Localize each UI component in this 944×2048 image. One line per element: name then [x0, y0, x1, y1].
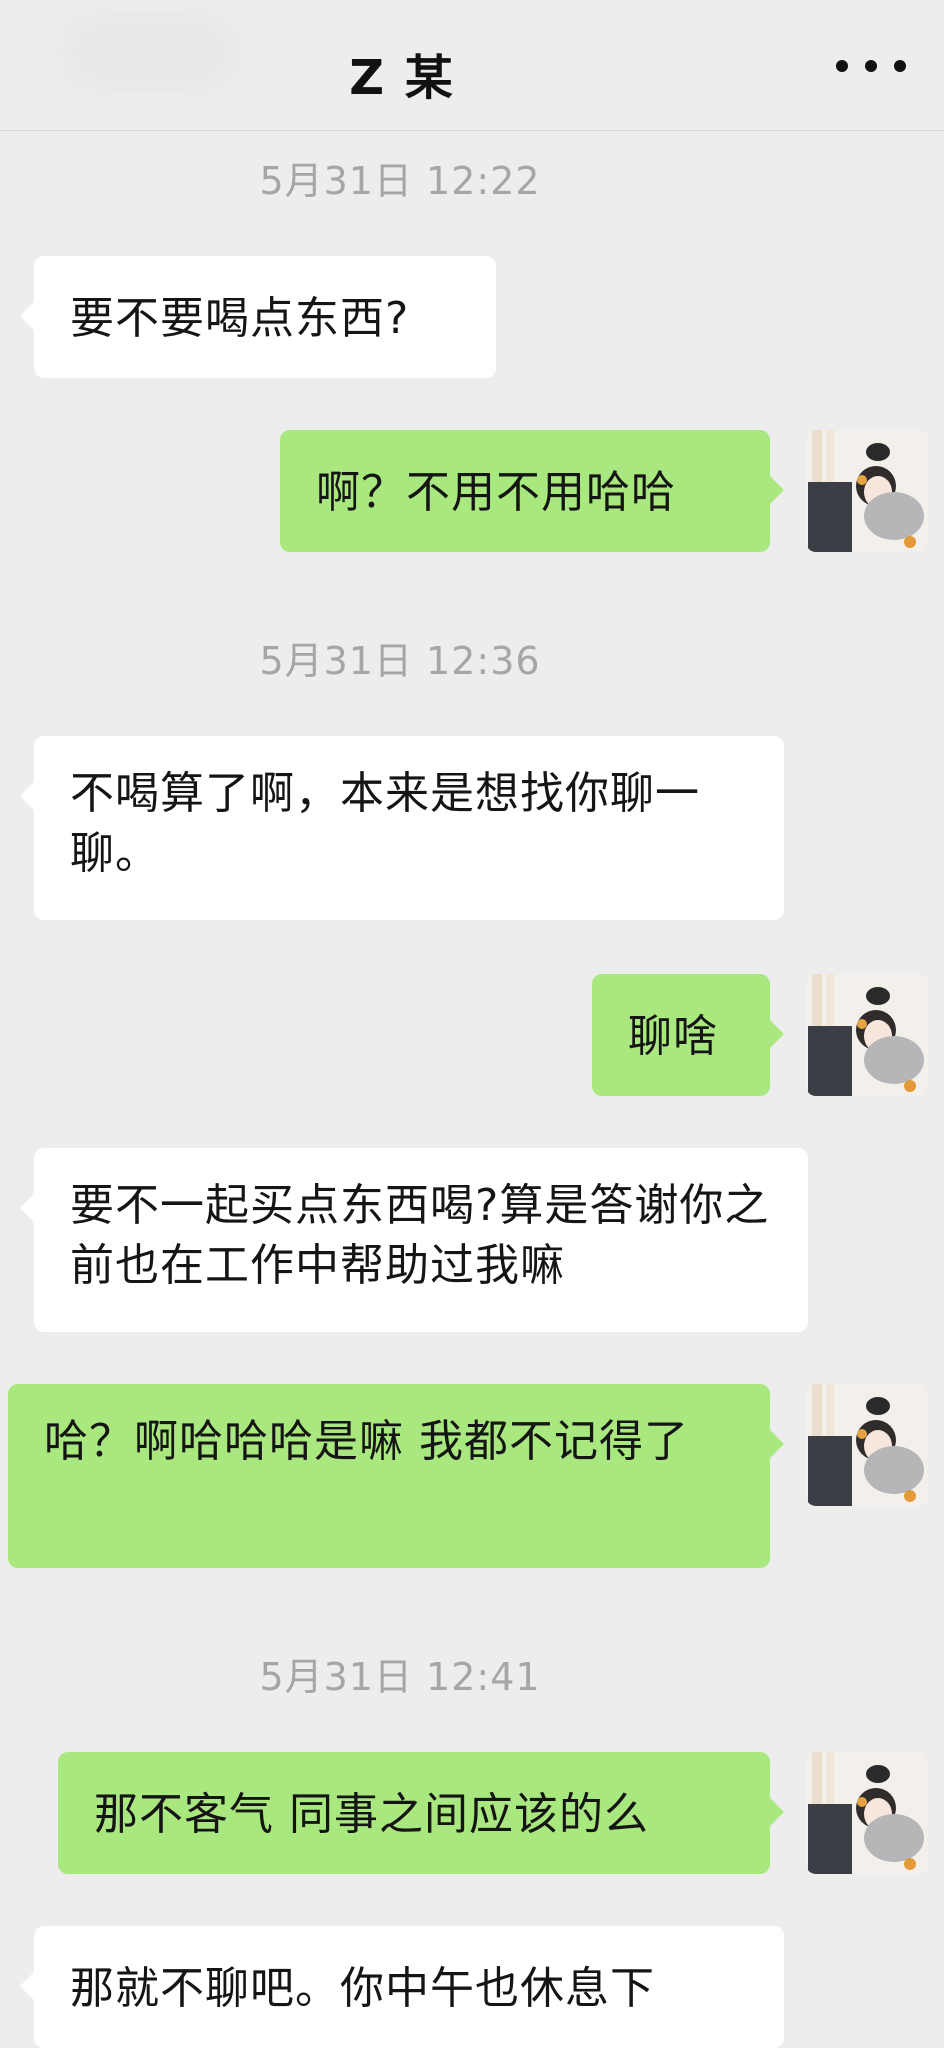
avatar[interactable]: [806, 430, 928, 552]
message-bubble-sent[interactable]: 哈？啊哈哈哈是嘛 我都不记得了: [8, 1384, 784, 1568]
more-dots-icon[interactable]: [836, 36, 906, 96]
avatar[interactable]: [806, 974, 928, 1096]
avatar[interactable]: [806, 1384, 928, 1506]
message-bubble-received[interactable]: 要不要喝点东西?: [20, 256, 496, 378]
message-bubble-sent[interactable]: 聊啥: [592, 974, 784, 1096]
timestamp: 5月31日 12:22: [259, 159, 541, 203]
user-avatar-icon: [806, 1752, 928, 1874]
chat-title[interactable]: Z 某: [0, 38, 944, 108]
message-bubble-sent[interactable]: 啊？不用不用哈哈: [280, 430, 784, 552]
user-avatar-icon: [806, 430, 928, 552]
chat-header: Z 某: [0, 0, 944, 131]
timestamp: 5月31日 12:41: [259, 1655, 541, 1699]
message-bubble-received[interactable]: 那就不聊吧。你中午也休息下: [20, 1926, 784, 2048]
user-avatar-icon: [806, 1384, 928, 1506]
message-bubble-sent[interactable]: 那不客气 同事之间应该的么: [58, 1752, 784, 1874]
message-bubble-received[interactable]: 要不一起买点东西喝?算是答谢你之前也在工作中帮助过我嘛: [20, 1148, 808, 1332]
user-avatar-icon: [806, 974, 928, 1096]
message-bubble-received[interactable]: 不喝算了啊，本来是想找你聊一聊。: [20, 736, 784, 920]
timestamp: 5月31日 12:36: [259, 639, 541, 683]
avatar[interactable]: [806, 1752, 928, 1874]
